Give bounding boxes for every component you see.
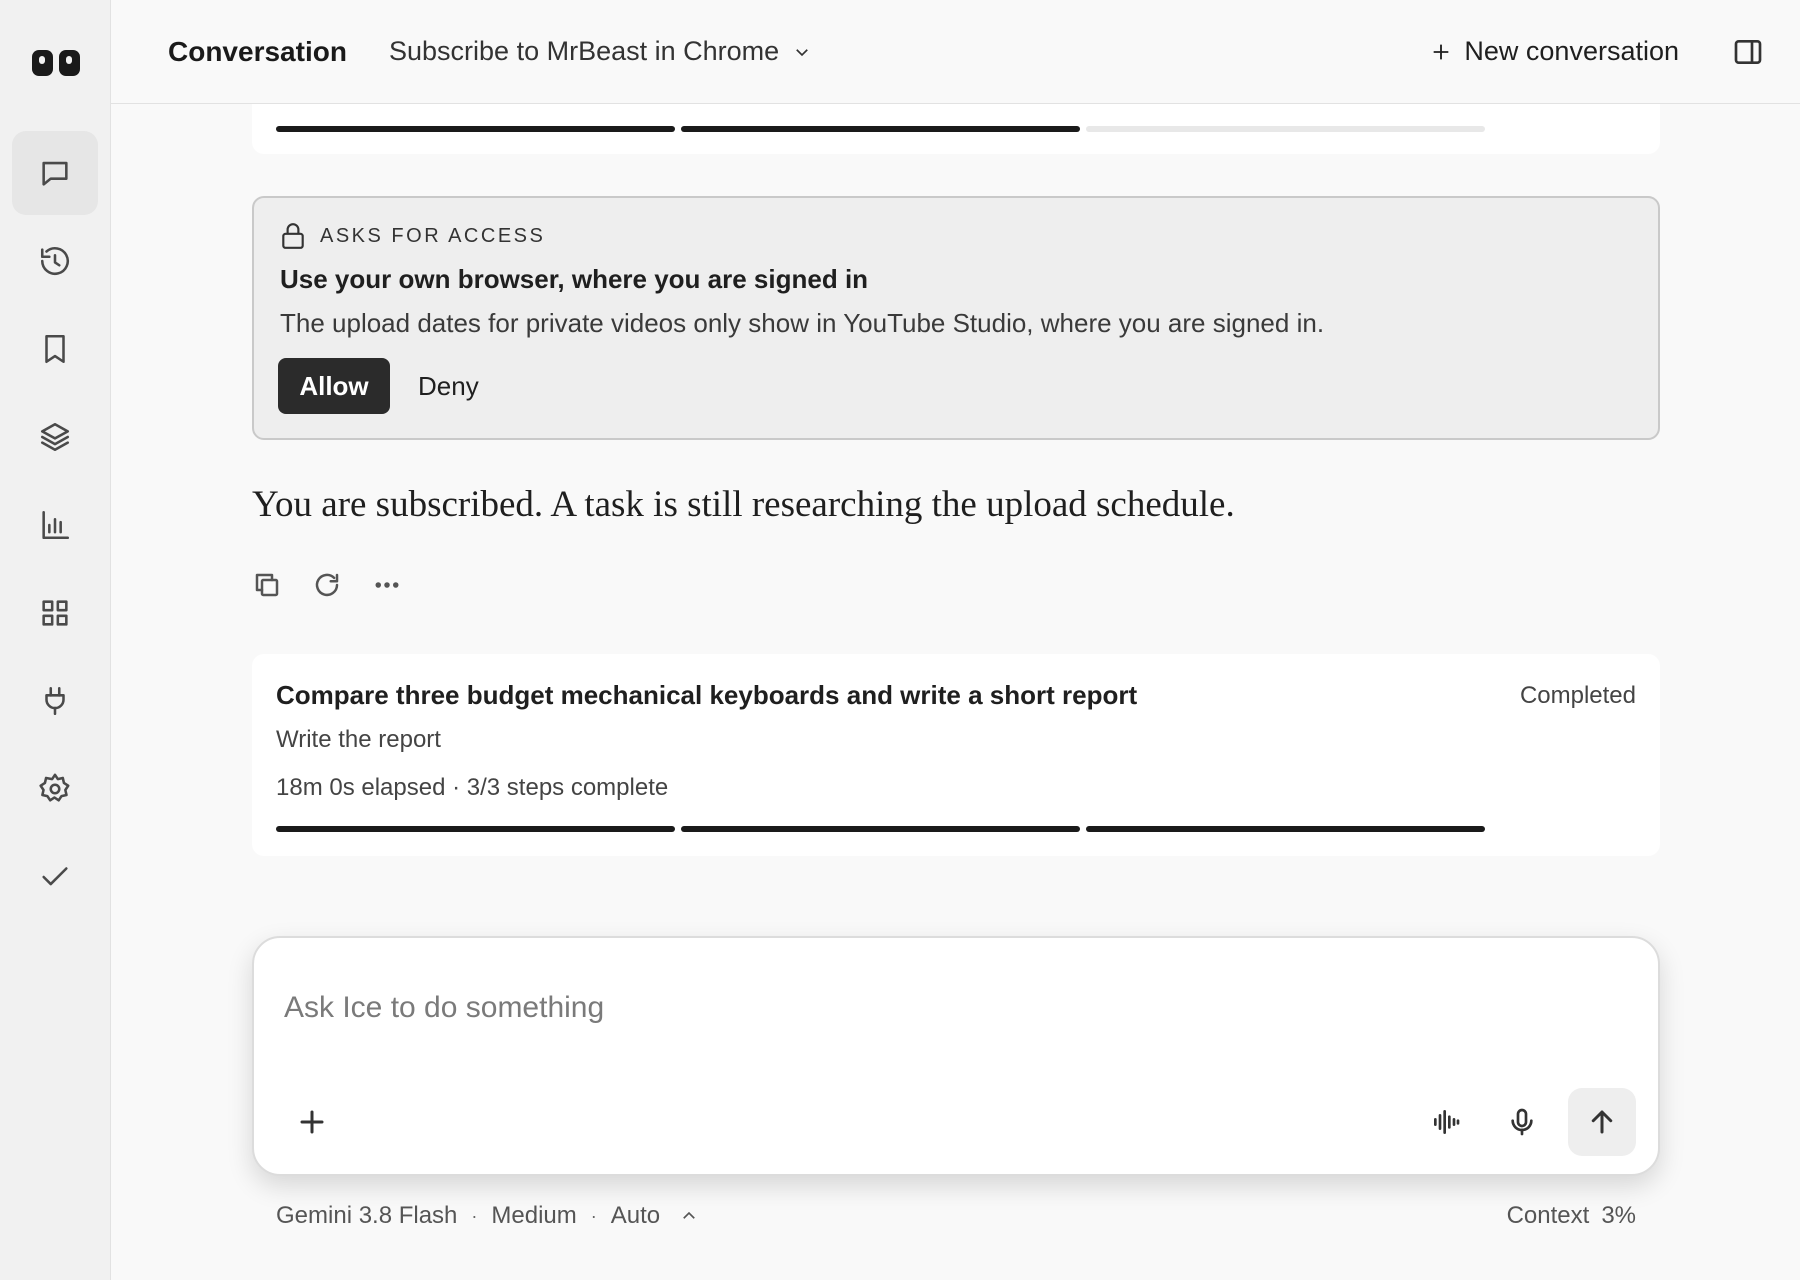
chat-icon [42,161,68,186]
prompt-input[interactable] [284,986,1584,1030]
task-current-step: Write the report [276,726,441,753]
model-bar: Gemini 3.8 Flash · Medium · Auto Context… [276,1200,1636,1232]
page-title: Conversation [168,36,347,67]
progress-segment [276,826,675,832]
progress-segment [1086,826,1485,832]
gear-icon [39,773,70,802]
sidebar-item-tasks[interactable] [12,835,98,919]
effort-level: Medium [491,1202,577,1229]
access-description: The upload dates for private videos only… [280,308,1325,338]
context-usage: Context 3% [1507,1202,1636,1230]
plus-icon [300,1110,324,1134]
composer [252,936,1660,1176]
send-button[interactable] [1568,1088,1636,1156]
top-bar: Conversation Subscribe to MrBeast in Chr… [111,0,1800,104]
sidebar-item-apps[interactable] [12,571,98,655]
progress-segment [276,126,675,132]
layers-icon [40,422,70,452]
lock-icon [282,223,304,249]
attach-button[interactable] [292,1102,332,1142]
model-name: Gemini 3.8 Flash [276,1202,458,1229]
progress-segment [681,126,1080,132]
regenerate-button[interactable] [312,570,342,600]
chevron-down-icon [796,48,808,56]
access-heading: Use your own browser, where you are sign… [280,264,869,294]
history-icon [40,247,70,276]
more-icon [375,582,399,588]
context-value: 3% [1601,1202,1636,1229]
sidebar-panel-icon [1734,40,1762,64]
new-conversation-label: New conversation [1464,36,1679,66]
mode-label: Auto [610,1202,661,1229]
sidebar-item-bookmarks[interactable] [12,307,98,391]
assistant-message: You are subscribed. A task is still rese… [252,484,1235,525]
model-selector[interactable]: Gemini 3.8 Flash · Medium · Auto [276,1202,698,1230]
deny-button[interactable]: Deny [404,358,493,414]
sidebar-item-integrations[interactable] [12,659,98,743]
more-options-button[interactable] [372,570,402,600]
access-label: ASKS FOR ACCESS [320,224,546,247]
plus-icon [1434,44,1449,59]
bookmark-icon [45,334,65,364]
conversation-name: Subscribe to MrBeast in Chrome [389,36,780,66]
panel-toggle-button[interactable] [1732,36,1764,68]
context-label: Context [1506,1202,1590,1229]
chevron-up-icon [683,1211,695,1219]
microphone-icon [1511,1108,1533,1136]
microphone-button[interactable] [1502,1102,1542,1142]
sidebar-item-history[interactable] [12,219,98,303]
app-logo [32,50,80,78]
arrow-up-icon [1591,1110,1613,1134]
sidebar-item-layers[interactable] [12,395,98,479]
plug-icon [45,686,65,716]
new-conversation-button[interactable]: New conversation [1430,36,1679,67]
task-progress-bar [276,826,1485,832]
task-meta: 18m 0s elapsed · 3/3 steps complete [276,774,669,801]
sidebar [0,0,111,1280]
task-title: Compare three budget mechanical keyboard… [276,680,1138,710]
refresh-icon [315,573,339,597]
sidebar-item-chat[interactable] [12,131,98,215]
progress-segment [1086,126,1485,132]
conversation-selector[interactable]: Subscribe to MrBeast in Chrome [389,36,811,67]
check-icon [42,867,68,886]
task-card-partial [252,104,1660,154]
waveform-icon [1434,1110,1460,1134]
voice-mode-button[interactable] [1426,1102,1466,1142]
task-card[interactable]: Compare three budget mechanical keyboard… [252,654,1660,856]
progress-segment [681,826,1080,832]
message-actions [252,570,402,600]
copy-button[interactable] [252,570,282,600]
access-request-card: ASKS FOR ACCESS Use your own browser, wh… [252,196,1660,440]
allow-button[interactable]: Allow [278,358,390,414]
chart-icon [42,510,70,540]
grid-icon [42,600,68,626]
copy-icon [255,573,279,597]
sidebar-item-settings[interactable] [12,747,98,831]
sidebar-item-analytics[interactable] [12,483,98,567]
task-progress-bar [276,126,1485,132]
task-status-badge: Completed [1519,682,1636,709]
